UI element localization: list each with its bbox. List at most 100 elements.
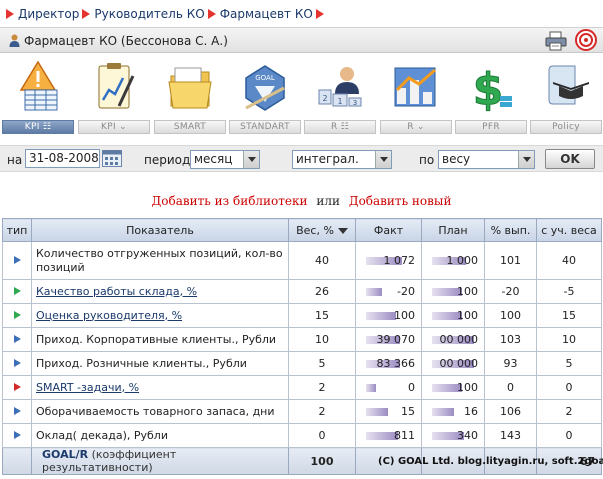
type-arrow-icon[interactable] [13,431,21,439]
smart-folder-icon [168,67,212,109]
indicator-cell[interactable]: SMART -задачи, % [31,375,289,400]
indicator-name[interactable]: SMART -задачи, % [36,381,139,394]
indicator-name: Оборачиваемость товарного запаса, дни [36,404,275,418]
table-row[interactable]: Количество отгруженных позиций, кол-во п… [2,241,602,280]
plan-bar [432,407,454,416]
type-arrow-icon[interactable] [13,256,21,264]
weighted-cell: 5 [536,351,602,376]
breadcrumb-item-head[interactable]: Руководитель КО [94,7,204,21]
type-arrow-icon[interactable] [13,383,21,391]
type-cell [2,423,32,448]
period-label: период [144,153,191,167]
percent-cell: 100 [484,303,537,328]
fact-value: 1 072 [383,254,416,267]
percent-cell: 103 [484,327,537,352]
type-arrow-icon[interactable] [13,287,21,295]
dollar-icon: $ [472,64,512,114]
plan-cell: 100 [421,375,485,400]
plan-cell: 340 [421,423,485,448]
weighted-cell: 10 [536,327,602,352]
tool-kpi-chart[interactable]: KPI ⌄ [77,56,151,134]
mode-select[interactable]: интеграл. [292,150,392,169]
tool-kpi-table[interactable]: KPI ☷ [1,56,75,134]
tool-pfr[interactable]: $ PFR [454,56,528,134]
fact-bar [366,287,382,296]
add-from-library-link[interactable]: Добавить из библиотеки [152,194,308,208]
tool-ranking-table[interactable]: 2 1 3 R ☷ [303,56,377,134]
plan-value: 100 [457,285,478,298]
ok-button[interactable]: OK [545,149,595,169]
toolbar: KPI ☷ KPI ⌄ SMART GOAL STANDART 2 1 3 R … [0,56,603,134]
date-label: на [7,153,23,167]
tool-label: STANDART [229,120,301,134]
col-header-fact[interactable]: Факт [355,218,422,242]
percent-cell: 101 [484,241,537,280]
tool-policy[interactable]: Policy [529,56,603,134]
indicator-name: Количество отгруженных позиций, кол-во п… [36,246,283,274]
indicator-cell: Приход. Розничные клиенты., Рубли [31,351,289,376]
breadcrumb-arrow-icon [207,9,216,19]
weight-cell: 2 [288,375,356,400]
breadcrumb-item-pharmacist[interactable]: Фармацевт КО [220,7,313,21]
col-header-indicator[interactable]: Показатель [31,218,289,242]
chevron-down-icon [375,151,391,168]
breadcrumb-item-director[interactable]: Директор [18,7,79,21]
period-select[interactable]: месяц [190,150,260,169]
table-row[interactable]: Оценка руководителя, % 15 100 100 100 15 [2,303,602,328]
indicator-name[interactable]: Качество работы склада, % [36,285,197,298]
indicator-cell: Приход. Корпоративные клиенты., Рубли [31,327,289,352]
svg-text:2: 2 [322,94,327,103]
table-row[interactable]: Качество работы склада, % 26 -20 100 -20 -5 [2,279,602,304]
weighted-cell: -5 [536,279,602,304]
period-value: месяц [194,152,233,166]
fact-cell: 1 072 [355,241,422,280]
col-header-plan[interactable]: План [421,218,485,242]
indicator-cell[interactable]: Оценка руководителя, % [31,303,289,328]
fact-cell: -20 [355,279,422,304]
table-row[interactable]: Приход. Корпоративные клиенты., Рубли 10 3… [2,327,602,352]
svg-text:GOAL: GOAL [255,74,275,82]
col-header-type[interactable]: тип [2,218,32,242]
weighted-cell: 2 [536,399,602,424]
breadcrumb-arrow-icon [6,9,14,19]
table-row[interactable]: Оборачиваемость товарного запаса, дни 2 15… [2,399,602,424]
type-arrow-icon[interactable] [13,407,21,415]
col-header-weighted[interactable]: с уч. веса [536,218,602,242]
tool-standart[interactable]: GOAL STANDART [228,56,302,134]
breadcrumb: Директор Руководитель КО Фармацевт КО [6,6,328,22]
total-empty-cell [2,447,32,475]
col-header-weight[interactable]: Вес, % [288,218,356,242]
calendar-icon[interactable] [102,150,122,167]
target-icon[interactable] [575,29,597,51]
type-arrow-icon[interactable] [13,359,21,367]
plan-cell: 00 000 [421,351,485,376]
weighted-cell: 40 [536,241,602,280]
percent-cell: -20 [484,279,537,304]
type-arrow-icon[interactable] [13,311,21,319]
tool-ranking-chart[interactable]: R ⌄ [379,56,453,134]
fact-bar [366,407,388,416]
weight-cell: 2 [288,399,356,424]
print-icon[interactable] [545,31,567,51]
add-new-link[interactable]: Добавить новый [349,194,452,208]
table-row[interactable]: SMART -задачи, % 2 0 100 0 0 [2,375,602,400]
plan-value: 00 000 [439,333,479,346]
fact-value: 83 366 [376,357,416,370]
indicator-name: Приход. Корпоративные клиенты., Рубли [36,332,277,346]
indicator-name[interactable]: Оценка руководителя, % [36,309,182,322]
fact-bar [366,383,376,392]
date-input[interactable]: 31-08-2008 [25,149,100,168]
col-header-weight-label: Вес, % [296,223,334,237]
table-row[interactable]: Приход. Розничные клиенты., Рубли 5 83 366… [2,351,602,376]
col-header-percent[interactable]: % вып. [484,218,537,242]
fact-cell: 15 [355,399,422,424]
table-row[interactable]: Оклад( декада), Рубли 0 811 340 143 0 [2,423,602,448]
indicator-cell[interactable]: Качество работы склада, % [31,279,289,304]
tool-smart[interactable]: SMART [153,56,227,134]
by-select[interactable]: весу [438,150,535,169]
type-arrow-icon[interactable] [13,335,21,343]
type-cell [2,279,32,304]
indicator-name: Приход. Розничные клиенты., Рубли [36,356,247,370]
fact-cell: 83 366 [355,351,422,376]
fact-cell: 39 070 [355,327,422,352]
